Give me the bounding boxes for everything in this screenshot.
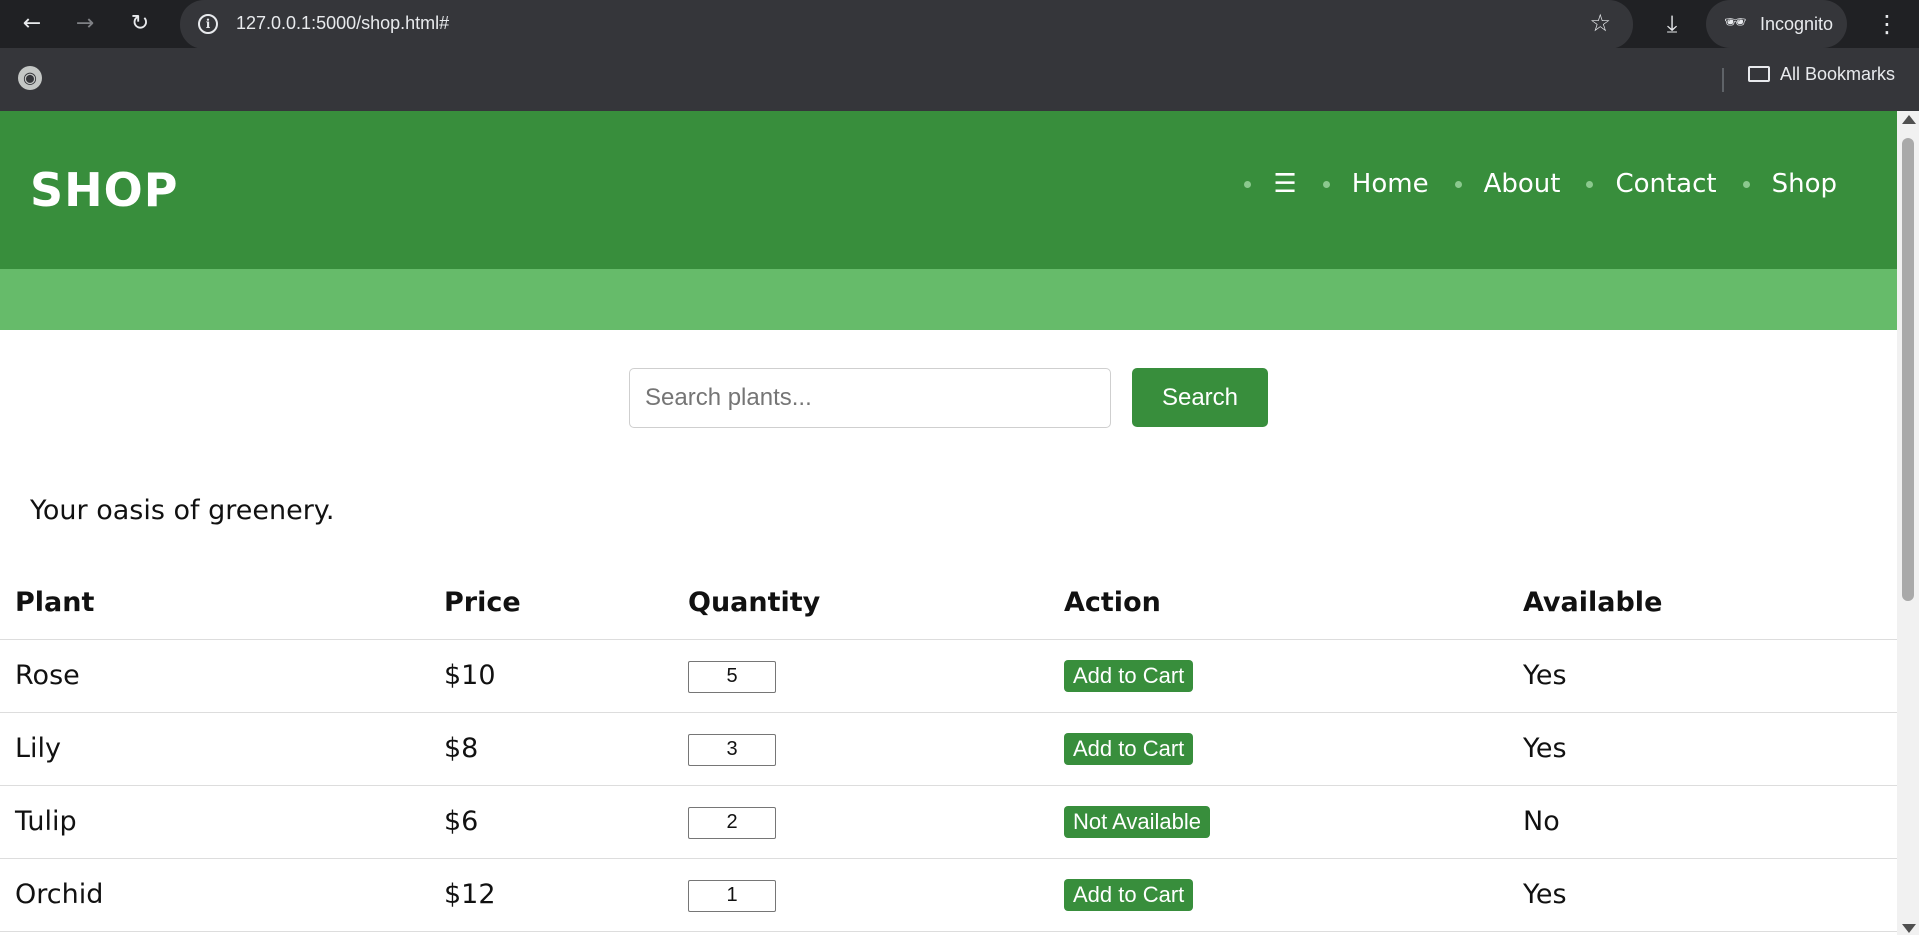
incognito-icon: 🕶 bbox=[1724, 12, 1747, 32]
site-header: SHOP ☰ Home About Contact Shop bbox=[0, 111, 1897, 269]
site-logo[interactable]: SHOP bbox=[30, 163, 178, 217]
table-row: Tulip $6 Not Available No bbox=[0, 785, 1897, 859]
nav-link-about[interactable]: About bbox=[1484, 169, 1561, 199]
search-button[interactable]: Search bbox=[1132, 368, 1268, 427]
forward-arrow-icon[interactable]: → bbox=[67, 6, 103, 42]
scroll-up-arrow-icon[interactable] bbox=[1902, 115, 1916, 124]
nav-item-menu[interactable]: ☰ bbox=[1244, 169, 1297, 199]
scrollbar-thumb[interactable] bbox=[1902, 138, 1914, 601]
folder-icon bbox=[1748, 66, 1770, 82]
quantity-cell bbox=[673, 639, 1049, 713]
browser-toolbar: ← → ↻ i 127.0.0.1:5000/shop.html# ☆ ⤓ 🕶 … bbox=[0, 0, 1919, 49]
table-header-row: Plant Price Quantity Action Available bbox=[0, 567, 1897, 640]
availability: Yes bbox=[1508, 858, 1897, 932]
back-arrow-icon[interactable]: ← bbox=[14, 6, 50, 42]
column-header-action: Action bbox=[1049, 567, 1508, 640]
table-row: Orchid $12 Add to Cart Yes bbox=[0, 858, 1897, 932]
column-header-plant: Plant bbox=[0, 567, 429, 640]
table-row: Rose $10 Add to Cart Yes bbox=[0, 639, 1897, 713]
plant-price: $10 bbox=[429, 639, 673, 713]
bullet-icon bbox=[1454, 180, 1462, 188]
action-cell: Add to Cart bbox=[1049, 858, 1508, 932]
incognito-label: Incognito bbox=[1760, 14, 1834, 34]
bookmarks-bar: ◉ All Bookmarks bbox=[0, 48, 1919, 111]
plant-name: Orchid bbox=[0, 858, 429, 932]
column-header-price: Price bbox=[429, 567, 673, 640]
plant-name: Tulip bbox=[0, 785, 429, 859]
bullet-icon bbox=[1586, 180, 1594, 188]
bullet-icon bbox=[1322, 180, 1330, 188]
page-viewport: SHOP ☰ Home About Contact Shop Search Yo… bbox=[0, 111, 1919, 935]
nav-item-contact[interactable]: Contact bbox=[1586, 169, 1717, 199]
nav-item-about[interactable]: About bbox=[1454, 169, 1561, 199]
star-icon[interactable]: ☆ bbox=[1589, 9, 1611, 37]
availability: Yes bbox=[1508, 639, 1897, 713]
globe-icon[interactable]: ◉ bbox=[18, 66, 42, 90]
page-scrollbar[interactable] bbox=[1897, 111, 1919, 935]
plant-price: $6 bbox=[429, 785, 673, 859]
add-to-cart-button[interactable]: Add to Cart bbox=[1064, 879, 1194, 911]
quantity-input[interactable] bbox=[688, 806, 776, 839]
plant-name: Rose bbox=[0, 639, 429, 713]
all-bookmarks-button[interactable]: All Bookmarks bbox=[1748, 64, 1895, 85]
action-cell: Add to Cart bbox=[1049, 712, 1508, 786]
bullet-icon bbox=[1244, 180, 1252, 188]
all-bookmarks-label: All Bookmarks bbox=[1780, 64, 1896, 84]
column-header-quantity: Quantity bbox=[673, 567, 1049, 640]
incognito-indicator[interactable]: 🕶 Incognito bbox=[1706, 0, 1847, 48]
action-cell: Not Available bbox=[1049, 785, 1508, 859]
hamburger-icon[interactable]: ☰ bbox=[1273, 169, 1296, 199]
plant-price: $12 bbox=[429, 858, 673, 932]
download-icon[interactable]: ⤓ bbox=[1654, 6, 1690, 42]
info-icon[interactable]: i bbox=[198, 14, 218, 34]
bookmarks-separator bbox=[1722, 68, 1724, 92]
address-url[interactable]: 127.0.0.1:5000/shop.html# bbox=[236, 13, 449, 34]
action-cell: Add to Cart bbox=[1049, 639, 1508, 713]
quantity-cell bbox=[673, 712, 1049, 786]
plant-price: $8 bbox=[429, 712, 673, 786]
not-available-button[interactable]: Not Available bbox=[1064, 806, 1211, 838]
nav-link-home[interactable]: Home bbox=[1352, 169, 1429, 199]
add-to-cart-button[interactable]: Add to Cart bbox=[1064, 733, 1194, 765]
kebab-menu-icon[interactable]: ⋮ bbox=[1872, 6, 1902, 42]
reload-icon[interactable]: ↻ bbox=[122, 6, 158, 42]
add-to-cart-button[interactable]: Add to Cart bbox=[1064, 660, 1194, 692]
nav-link-shop[interactable]: Shop bbox=[1772, 169, 1837, 199]
availability: Yes bbox=[1508, 712, 1897, 786]
scroll-down-arrow-icon[interactable] bbox=[1902, 924, 1916, 933]
quantity-cell bbox=[673, 858, 1049, 932]
plant-name: Lily bbox=[0, 712, 429, 786]
header-subbar bbox=[0, 269, 1897, 330]
main-nav: ☰ Home About Contact Shop bbox=[1218, 169, 1837, 199]
quantity-input[interactable] bbox=[688, 660, 776, 693]
quantity-cell bbox=[673, 785, 1049, 859]
address-bar[interactable]: i 127.0.0.1:5000/shop.html# ☆ bbox=[180, 0, 1633, 49]
nav-link-contact[interactable]: Contact bbox=[1615, 169, 1716, 199]
nav-item-shop[interactable]: Shop bbox=[1742, 169, 1837, 199]
nav-item-home[interactable]: Home bbox=[1322, 169, 1429, 199]
availability: No bbox=[1508, 785, 1897, 859]
table-row: Lily $8 Add to Cart Yes bbox=[0, 712, 1897, 786]
bullet-icon bbox=[1742, 180, 1750, 188]
tagline: Your oasis of greenery. bbox=[30, 495, 335, 526]
quantity-input[interactable] bbox=[688, 733, 776, 766]
quantity-input[interactable] bbox=[688, 879, 776, 912]
plants-table: Plant Price Quantity Action Available Ro… bbox=[0, 567, 1897, 932]
column-header-available: Available bbox=[1508, 567, 1897, 640]
search-input[interactable] bbox=[629, 368, 1111, 428]
